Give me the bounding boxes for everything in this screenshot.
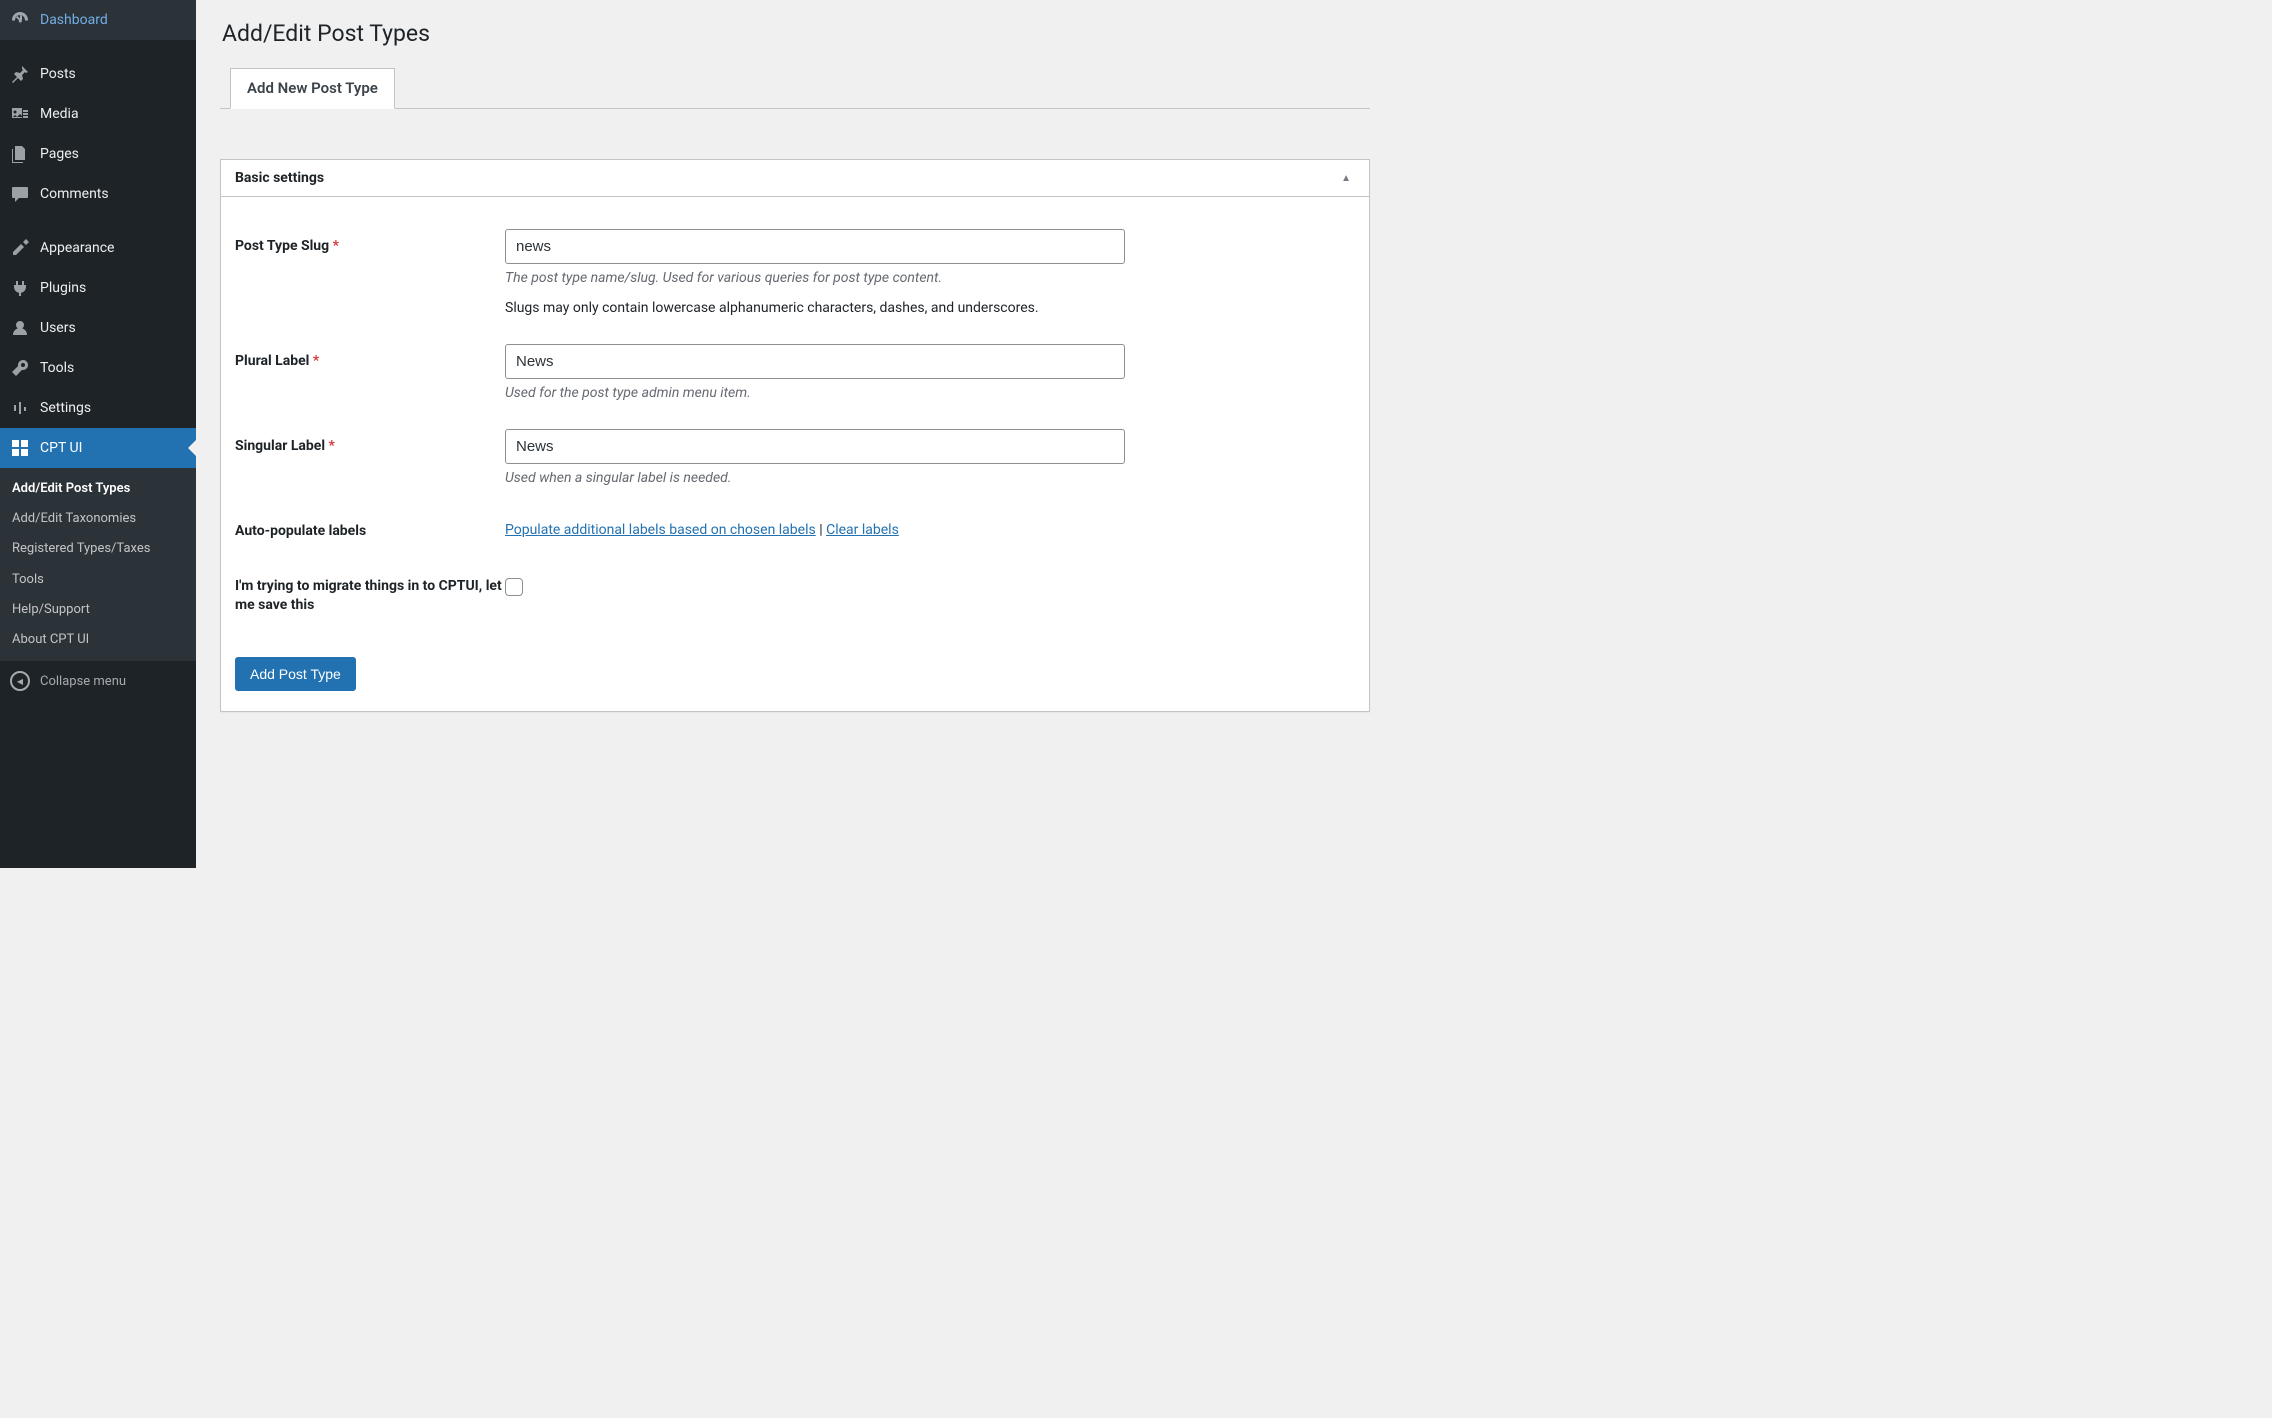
submenu-add-edit-taxonomies[interactable]: Add/Edit Taxonomies (0, 504, 196, 534)
sidebar-submenu: Add/Edit Post Types Add/Edit Taxonomies … (0, 468, 196, 661)
row-post-type-slug: Post Type Slug * The post type name/slug… (235, 229, 1355, 316)
sidebar-item-users[interactable]: Users (0, 308, 196, 348)
desc-post-type-slug: The post type name/slug. Used for variou… (505, 270, 1355, 286)
collapse-label: Collapse menu (40, 674, 126, 689)
collapse-menu-button[interactable]: Collapse menu (0, 661, 196, 701)
sidebar-item-appearance[interactable]: Appearance (0, 228, 196, 268)
panel-basic-settings: Basic settings ▲ Post Type Slug * The po… (220, 159, 1370, 712)
label-singular-label: Singular Label * (235, 429, 505, 456)
sidebar-item-pages[interactable]: Pages (0, 134, 196, 174)
collapse-icon (10, 671, 30, 691)
tab-add-new-post-type[interactable]: Add New Post Type (230, 68, 395, 109)
users-icon (10, 318, 30, 338)
sidebar-item-tools[interactable]: Tools (0, 348, 196, 388)
row-singular-label: Singular Label * Used when a singular la… (235, 429, 1355, 486)
main-content: Add/Edit Post Types Add New Post Type Ba… (196, 0, 1390, 868)
media-icon (10, 104, 30, 124)
plugins-icon (10, 278, 30, 298)
sidebar-item-dashboard[interactable]: Dashboard (0, 0, 196, 40)
required-asterisk: * (329, 438, 335, 454)
separator: | (816, 522, 826, 538)
label-auto-populate: Auto-populate labels (235, 514, 505, 541)
link-clear-labels[interactable]: Clear labels (826, 522, 899, 538)
sidebar-item-label: Media (40, 106, 79, 122)
sidebar-item-media[interactable]: Media (0, 94, 196, 134)
submenu-registered-types-taxes[interactable]: Registered Types/Taxes (0, 534, 196, 564)
required-asterisk: * (333, 238, 339, 254)
tab-bar: Add New Post Type (220, 61, 1370, 109)
label-post-type-slug: Post Type Slug * (235, 229, 505, 256)
dashboard-icon (10, 10, 30, 30)
sidebar-item-label: Tools (40, 360, 74, 376)
input-plural-label[interactable] (505, 344, 1125, 379)
label-migrate: I'm trying to migrate things in to CPTUI… (235, 569, 505, 615)
cptui-icon (10, 438, 30, 458)
submenu-tools[interactable]: Tools (0, 565, 196, 595)
sidebar-item-label: Comments (40, 186, 109, 202)
sidebar-item-posts[interactable]: Posts (0, 54, 196, 94)
sidebar-item-label: Users (40, 320, 76, 336)
admin-sidebar: Dashboard Posts Media Pages Comments App… (0, 0, 196, 868)
submenu-add-edit-post-types[interactable]: Add/Edit Post Types (0, 474, 196, 504)
settings-icon (10, 398, 30, 418)
sidebar-item-comments[interactable]: Comments (0, 174, 196, 214)
pages-icon (10, 144, 30, 164)
desc-singular-label: Used when a singular label is needed. (505, 470, 1355, 486)
comments-icon (10, 184, 30, 204)
tools-icon (10, 358, 30, 378)
sidebar-item-label: Plugins (40, 280, 86, 296)
add-post-type-button[interactable]: Add Post Type (235, 657, 356, 691)
appearance-icon (10, 238, 30, 258)
row-auto-populate: Auto-populate labels Populate additional… (235, 514, 1355, 541)
note-post-type-slug: Slugs may only contain lowercase alphanu… (505, 300, 1355, 316)
row-migrate: I'm trying to migrate things in to CPTUI… (235, 569, 1355, 615)
sidebar-item-label: Pages (40, 146, 79, 162)
panel-toggle-icon[interactable]: ▲ (1337, 173, 1355, 184)
input-singular-label[interactable] (505, 429, 1125, 464)
submenu-about-cptui[interactable]: About CPT UI (0, 625, 196, 655)
page-title: Add/Edit Post Types (222, 20, 1370, 47)
sidebar-item-label: Settings (40, 400, 91, 416)
sidebar-item-label: CPT UI (40, 440, 82, 456)
panel-title: Basic settings (235, 170, 324, 186)
required-asterisk: * (313, 353, 319, 369)
submenu-help-support[interactable]: Help/Support (0, 595, 196, 625)
sidebar-item-cptui[interactable]: CPT UI (0, 428, 196, 468)
desc-plural-label: Used for the post type admin menu item. (505, 385, 1355, 401)
sidebar-item-label: Posts (40, 66, 76, 82)
pin-icon (10, 64, 30, 84)
sidebar-item-plugins[interactable]: Plugins (0, 268, 196, 308)
checkbox-migrate[interactable] (505, 578, 523, 596)
input-post-type-slug[interactable] (505, 229, 1125, 264)
row-plural-label: Plural Label * Used for the post type ad… (235, 344, 1355, 401)
link-populate-labels[interactable]: Populate additional labels based on chos… (505, 522, 816, 538)
sidebar-item-label: Dashboard (40, 12, 108, 28)
panel-header: Basic settings ▲ (221, 160, 1369, 197)
label-plural-label: Plural Label * (235, 344, 505, 371)
sidebar-item-label: Appearance (40, 240, 114, 256)
sidebar-item-settings[interactable]: Settings (0, 388, 196, 428)
